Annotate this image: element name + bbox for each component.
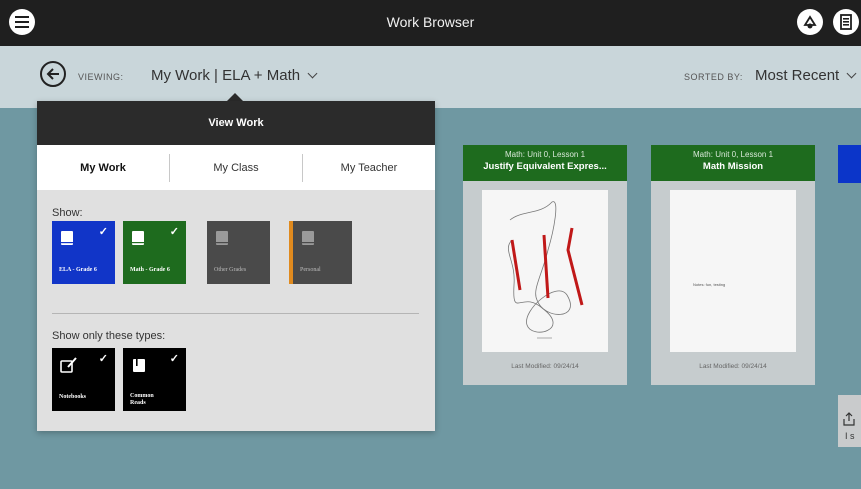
share-hand-icon bbox=[803, 15, 817, 29]
tile-label: Math - Grade 6 bbox=[130, 267, 170, 273]
share-button[interactable] bbox=[797, 9, 823, 35]
card-subtitle: Math: Unit 0, Lesson 1 bbox=[504, 150, 586, 159]
card-modified-date: Last Modified: 09/24/14 bbox=[511, 363, 579, 370]
work-card-partial[interactable] bbox=[838, 145, 861, 183]
back-button[interactable] bbox=[40, 61, 66, 87]
arrow-left-icon bbox=[46, 68, 59, 80]
tile-label: Personal bbox=[300, 267, 321, 273]
chevron-down-icon bbox=[846, 68, 857, 79]
viewing-label: VIEWING: bbox=[78, 72, 124, 82]
book-icon bbox=[216, 231, 228, 245]
book-icon bbox=[61, 231, 73, 245]
tile-label: Common Reads bbox=[130, 393, 154, 406]
work-card[interactable]: Math: Unit 0, Lesson 1 Justify Equivalen… bbox=[463, 145, 627, 385]
show-label: Show: bbox=[52, 207, 83, 219]
grade-tile-ela[interactable]: ✓ ELA - Grade 6 bbox=[52, 221, 115, 284]
work-card[interactable]: Math: Unit 0, Lesson 1 Math Mission Note… bbox=[651, 145, 815, 385]
popover-title: View Work bbox=[37, 101, 435, 145]
book-icon bbox=[132, 231, 144, 245]
tile-label: Notebooks bbox=[59, 394, 87, 400]
share-card-partial[interactable]: I s bbox=[838, 395, 861, 447]
card-header: Math: Unit 0, Lesson 1 Math Mission bbox=[651, 145, 815, 181]
checkmark-icon: ✓ bbox=[98, 226, 108, 238]
card-modified-date: Last Modified: 09/24/14 bbox=[699, 363, 767, 370]
filter-toolbar: VIEWING: My Work | ELA + Math SORTED BY:… bbox=[0, 46, 861, 108]
tab-my-work[interactable]: My Work bbox=[37, 154, 169, 182]
card-thumbnail bbox=[482, 190, 608, 352]
thumbnail-text: Notes: fun, testing bbox=[693, 282, 726, 287]
card-header: Math: Unit 0, Lesson 1 Justify Equivalen… bbox=[463, 145, 627, 181]
checkmark-icon: ✓ bbox=[169, 353, 179, 365]
notebook-pen-icon bbox=[60, 357, 77, 373]
share-card-text: I s bbox=[845, 431, 855, 441]
grade-tile-math[interactable]: ✓ Math - Grade 6 bbox=[123, 221, 186, 284]
card-subtitle: Math: Unit 0, Lesson 1 bbox=[692, 150, 774, 159]
tab-my-class[interactable]: My Class bbox=[169, 153, 302, 182]
sort-dropdown[interactable]: Most Recent bbox=[755, 67, 857, 84]
card-title: Math Mission bbox=[702, 161, 764, 172]
divider bbox=[52, 313, 419, 314]
sort-value: Most Recent bbox=[755, 67, 840, 84]
type-tile-common-reads[interactable]: ✓ Common Reads bbox=[123, 348, 186, 411]
popover-tabs: My Work My Class My Teacher bbox=[37, 145, 435, 190]
tab-my-teacher[interactable]: My Teacher bbox=[302, 153, 435, 182]
viewing-value: My Work | ELA + Math bbox=[151, 67, 301, 84]
book-icon bbox=[302, 231, 314, 245]
grade-tile-personal[interactable]: Personal bbox=[289, 221, 352, 284]
tile-label: ELA - Grade 6 bbox=[59, 267, 97, 273]
drawing-thumbnail bbox=[507, 201, 584, 339]
card-thumbnail: Notes: fun, testing bbox=[670, 190, 796, 352]
notebook-icon bbox=[840, 14, 852, 30]
chevron-down-icon bbox=[307, 68, 318, 79]
window-title: Work Browser bbox=[386, 14, 475, 30]
types-label: Show only these types: bbox=[52, 330, 166, 342]
tile-label: Other Grades bbox=[214, 267, 247, 273]
viewing-dropdown[interactable]: My Work | ELA + Math bbox=[151, 67, 318, 84]
upload-icon bbox=[843, 412, 855, 426]
checkmark-icon: ✓ bbox=[98, 353, 108, 365]
open-book-icon bbox=[133, 359, 145, 372]
grade-tile-other[interactable]: Other Grades bbox=[207, 221, 270, 284]
sorted-by-label: SORTED BY: bbox=[684, 72, 743, 82]
notebook-button[interactable] bbox=[833, 9, 859, 35]
view-work-popover: View Work My Work My Class My Teacher Sh… bbox=[37, 101, 435, 431]
card-title: Justify Equivalent Expres... bbox=[483, 161, 607, 172]
popover-pointer bbox=[227, 93, 243, 101]
title-bar: Work Browser bbox=[0, 0, 861, 46]
checkmark-icon: ✓ bbox=[169, 226, 179, 238]
type-tile-notebooks[interactable]: ✓ Notebooks bbox=[52, 348, 115, 411]
